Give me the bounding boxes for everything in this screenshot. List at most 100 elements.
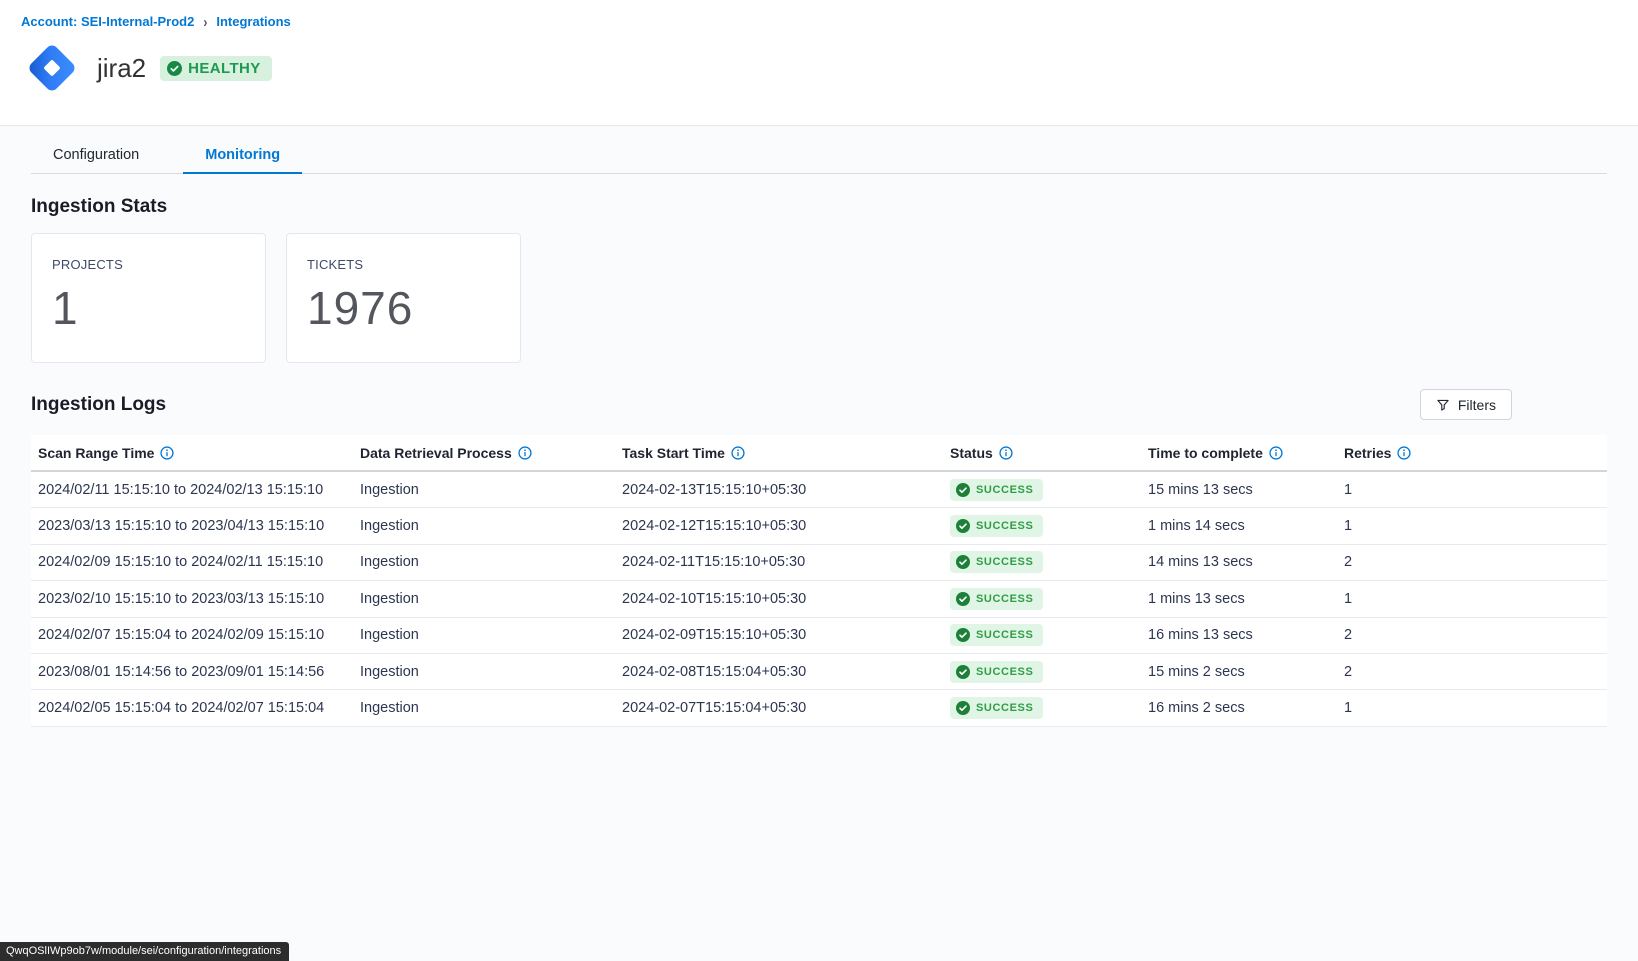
status-cell: SUCCESS <box>950 551 1148 573</box>
table-row[interactable]: 2023/08/01 15:14:56 to 2023/09/01 15:14:… <box>31 654 1607 690</box>
ingestion-logs-heading: Ingestion Logs <box>31 394 166 416</box>
check-circle-icon <box>956 628 970 642</box>
breadcrumb-chevron-icon: › <box>203 13 207 31</box>
status-badge-label: SUCCESS <box>976 629 1033 641</box>
time-to-complete-cell: 15 mins 13 secs <box>1148 482 1344 498</box>
filter-funnel-icon <box>1436 398 1450 412</box>
table-row[interactable]: 2023/03/13 15:15:10 to 2023/04/13 15:15:… <box>31 508 1607 544</box>
ingestion-stats-heading: Ingestion Stats <box>31 196 1607 218</box>
table-row[interactable]: 2024/02/07 15:15:04 to 2024/02/09 15:15:… <box>31 618 1607 654</box>
tab-monitoring[interactable]: Monitoring <box>183 139 302 174</box>
projects-stat-value: 1 <box>52 285 245 331</box>
status-cell: SUCCESS <box>950 515 1148 537</box>
tickets-stat-label: TICKETS <box>307 257 500 272</box>
info-icon[interactable] <box>999 446 1013 460</box>
time-to-complete-cell: 1 mins 14 secs <box>1148 518 1344 534</box>
page-header: Account: SEI-Internal-Prod2 › Integratio… <box>0 0 1638 126</box>
scan-range-cell: 2024/02/05 15:15:04 to 2024/02/07 15:15:… <box>31 700 360 716</box>
time-to-complete-cell: 14 mins 13 secs <box>1148 554 1344 570</box>
retries-cell: 1 <box>1344 482 1607 498</box>
retries-cell: 1 <box>1344 591 1607 607</box>
check-circle-icon <box>956 483 970 497</box>
col-header-status: Status <box>950 445 1148 461</box>
col-header-task-start-time: Task Start Time <box>622 445 950 461</box>
process-cell: Ingestion <box>360 664 622 680</box>
status-badge: SUCCESS <box>950 697 1043 719</box>
task-start-cell: 2024-02-10T15:15:10+05:30 <box>622 591 950 607</box>
status-bar-url: QwqOSlIWp9ob7w/module/sei/configuration/… <box>0 942 289 961</box>
task-start-cell: 2024-02-07T15:15:04+05:30 <box>622 700 950 716</box>
status-badge-label: SUCCESS <box>976 520 1033 532</box>
time-to-complete-cell: 16 mins 2 secs <box>1148 700 1344 716</box>
health-status-badge: HEALTHY <box>160 56 272 81</box>
ingestion-logs-table: Scan Range Time Data Retrieval Process T… <box>31 435 1607 727</box>
status-cell: SUCCESS <box>950 661 1148 683</box>
tab-configuration[interactable]: Configuration <box>31 139 161 174</box>
status-badge: SUCCESS <box>950 551 1043 573</box>
integration-title: jira2 <box>97 53 146 84</box>
status-cell: SUCCESS <box>950 588 1148 610</box>
projects-stat-card: PROJECTS 1 <box>31 233 266 363</box>
info-icon[interactable] <box>1269 446 1283 460</box>
process-cell: Ingestion <box>360 518 622 534</box>
info-icon[interactable] <box>731 446 745 460</box>
time-to-complete-cell: 16 mins 13 secs <box>1148 627 1344 643</box>
scan-range-cell: 2024/02/09 15:15:10 to 2024/02/11 15:15:… <box>31 554 360 570</box>
ingestion-stats-cards: PROJECTS 1 TICKETS 1976 <box>31 233 1607 363</box>
process-cell: Ingestion <box>360 482 622 498</box>
status-cell: SUCCESS <box>950 479 1148 501</box>
status-badge-label: SUCCESS <box>976 556 1033 568</box>
status-badge: SUCCESS <box>950 661 1043 683</box>
scan-range-cell: 2023/08/01 15:14:56 to 2023/09/01 15:14:… <box>31 664 360 680</box>
retries-cell: 2 <box>1344 664 1607 680</box>
breadcrumb-integrations-link[interactable]: Integrations <box>216 14 290 29</box>
status-badge: SUCCESS <box>950 515 1043 537</box>
check-circle-icon <box>956 592 970 606</box>
retries-cell: 2 <box>1344 627 1607 643</box>
status-badge: SUCCESS <box>950 479 1043 501</box>
info-icon[interactable] <box>518 446 532 460</box>
info-icon[interactable] <box>160 446 174 460</box>
status-badge-label: SUCCESS <box>976 484 1033 496</box>
col-header-data-retrieval-process: Data Retrieval Process <box>360 445 622 461</box>
main-content: Configuration Monitoring Ingestion Stats… <box>0 139 1638 727</box>
status-badge-label: SUCCESS <box>976 666 1033 678</box>
scan-range-cell: 2024/02/07 15:15:04 to 2024/02/09 15:15:… <box>31 627 360 643</box>
check-circle-icon <box>167 61 182 76</box>
filters-button[interactable]: Filters <box>1420 389 1512 420</box>
info-icon[interactable] <box>1397 446 1411 460</box>
breadcrumb-account-link[interactable]: Account: SEI-Internal-Prod2 <box>21 14 194 29</box>
tab-bar: Configuration Monitoring <box>31 139 1607 174</box>
ingestion-logs-header: Ingestion Logs Filters <box>31 389 1607 420</box>
scan-range-cell: 2024/02/11 15:15:10 to 2024/02/13 15:15:… <box>31 482 360 498</box>
check-circle-icon <box>956 701 970 715</box>
status-badge: SUCCESS <box>950 588 1043 610</box>
tickets-stat-card: TICKETS 1976 <box>286 233 521 363</box>
task-start-cell: 2024-02-09T15:15:10+05:30 <box>622 627 950 643</box>
col-header-retries: Retries <box>1344 445 1607 461</box>
task-start-cell: 2024-02-12T15:15:10+05:30 <box>622 518 950 534</box>
time-to-complete-cell: 1 mins 13 secs <box>1148 591 1344 607</box>
logs-table-header-row: Scan Range Time Data Retrieval Process T… <box>31 435 1607 472</box>
status-cell: SUCCESS <box>950 697 1148 719</box>
table-row[interactable]: 2024/02/05 15:15:04 to 2024/02/07 15:15:… <box>31 690 1607 726</box>
status-badge-label: SUCCESS <box>976 593 1033 605</box>
status-badge-label: SUCCESS <box>976 702 1033 714</box>
col-header-time-to-complete: Time to complete <box>1148 445 1344 461</box>
breadcrumb: Account: SEI-Internal-Prod2 › Integratio… <box>21 14 1617 29</box>
status-badge: SUCCESS <box>950 624 1043 646</box>
integration-title-row: jira2 HEALTHY <box>21 37 1617 99</box>
time-to-complete-cell: 15 mins 2 secs <box>1148 664 1344 680</box>
task-start-cell: 2024-02-13T15:15:10+05:30 <box>622 482 950 498</box>
tickets-stat-value: 1976 <box>307 285 500 331</box>
process-cell: Ingestion <box>360 627 622 643</box>
table-row[interactable]: 2024/02/11 15:15:10 to 2024/02/13 15:15:… <box>31 472 1607 508</box>
retries-cell: 1 <box>1344 700 1607 716</box>
table-row[interactable]: 2023/02/10 15:15:10 to 2023/03/13 15:15:… <box>31 581 1607 617</box>
process-cell: Ingestion <box>360 591 622 607</box>
filters-button-label: Filters <box>1458 397 1496 413</box>
jira-logo-icon <box>21 37 83 99</box>
health-badge-label: HEALTHY <box>188 60 261 77</box>
process-cell: Ingestion <box>360 554 622 570</box>
table-row[interactable]: 2024/02/09 15:15:10 to 2024/02/11 15:15:… <box>31 545 1607 581</box>
